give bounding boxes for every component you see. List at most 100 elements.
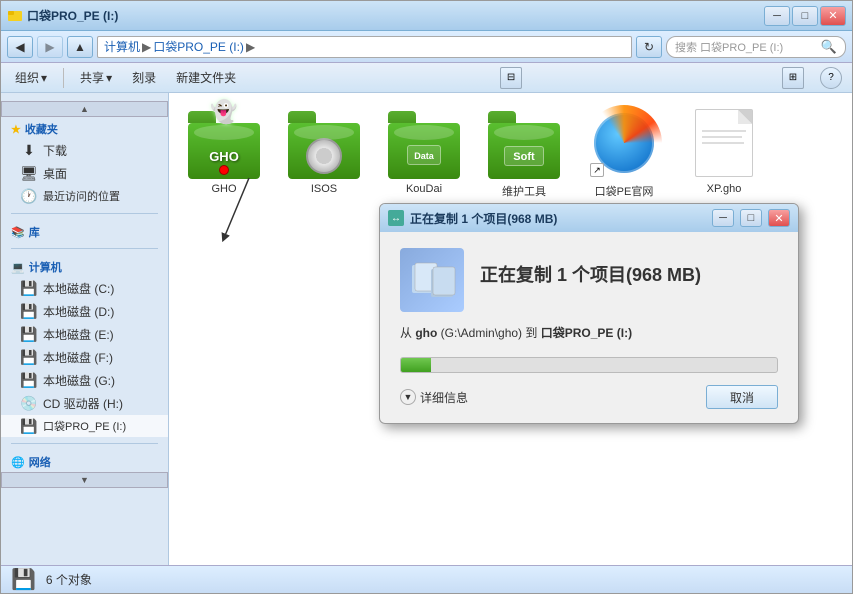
dialog-footer: ▼ 详细信息 取消 xyxy=(400,385,778,409)
weihu-sublabel: Soft xyxy=(513,151,534,163)
dialog-close-button[interactable]: ✕ xyxy=(768,209,790,227)
status-count-text: 6 个对象 xyxy=(46,571,92,588)
dialog-title-text: 正在复制 1 个项目(968 MB) xyxy=(410,210,706,227)
sidebar-item-drive-c[interactable]: 💾 本地磁盘 (C:) xyxy=(1,277,168,300)
dialog-body: 正在复制 1 个项目(968 MB) 从 gho (G:\Admin\gho) … xyxy=(380,232,798,423)
share-button[interactable]: 共享 ▾ xyxy=(76,67,116,88)
iso-disc-icon xyxy=(306,138,342,174)
sidebar-item-recent[interactable]: 🕐 最近访问的位置 xyxy=(1,185,168,207)
file-item-weihu[interactable]: Soft 维护工具 xyxy=(479,103,569,203)
window-icon xyxy=(7,8,23,24)
sidebar-item-drive-i[interactable]: 💾 口袋PRO_PE (I:) xyxy=(1,415,168,437)
sidebar-item-desktop[interactable]: 🖥 桌面 xyxy=(1,162,168,185)
drive-i-icon: 💾 xyxy=(21,418,37,434)
help-button[interactable]: ? xyxy=(820,67,842,89)
file-item-koudai[interactable]: Data KouDai xyxy=(379,103,469,203)
forward-button[interactable]: ▶ xyxy=(37,36,63,58)
sidebar-recent-label: 最近访问的位置 xyxy=(43,188,120,204)
dialog-main-text: 正在复制 1 个项目(968 MB) xyxy=(480,261,701,287)
search-box[interactable]: 搜索 口袋PRO_PE (I:) 🔍 xyxy=(666,36,846,58)
sidebar-drive-c-label: 本地磁盘 (C:) xyxy=(43,280,114,297)
sidebar-favorites-header[interactable]: ★ 收藏夹 xyxy=(1,117,168,139)
search-placeholder: 搜索 口袋PRO_PE (I:) xyxy=(675,39,783,55)
file-item-gho[interactable]: 👻 GHO GHO xyxy=(179,103,269,203)
view-button[interactable]: ⊟ xyxy=(500,67,522,89)
isos-folder-icon xyxy=(288,107,360,179)
search-icon: 🔍 xyxy=(821,39,837,55)
sidebar-item-drive-f[interactable]: 💾 本地磁盘 (F:) xyxy=(1,346,168,369)
detail-arrow-icon: ▼ xyxy=(400,389,416,405)
dialog-dest-bold: 口袋PRO_PE (I:) xyxy=(541,326,632,340)
up-button[interactable]: ▲ xyxy=(67,36,93,58)
ghost-decoration-icon: 👻 xyxy=(210,99,237,125)
drive-h-icon: 💿 xyxy=(21,396,37,412)
drive-d-icon: 💾 xyxy=(21,304,37,320)
library-label: 库 xyxy=(29,224,40,240)
maximize-button[interactable]: □ xyxy=(792,6,818,26)
breadcrumb-computer[interactable]: 计算机 xyxy=(104,38,140,55)
address-path[interactable]: 计算机 ▶ 口袋PRO_PE (I:) ▶ xyxy=(97,36,632,58)
sidebar-scroll-up[interactable]: ▲ xyxy=(1,101,168,117)
sidebar-drive-h-label: CD 驱动器 (H:) xyxy=(43,395,123,412)
sidebar-drive-e-label: 本地磁盘 (E:) xyxy=(43,326,114,343)
new-folder-button[interactable]: 新建文件夹 xyxy=(172,67,240,88)
dialog-main-content: 正在复制 1 个项目(968 MB) xyxy=(480,261,701,299)
main-area: ▲ ★ 收藏夹 ⬇ 下载 🖥 桌面 🕐 最近访问的位置 📚 xyxy=(1,93,852,565)
file-item-isos[interactable]: ISOS xyxy=(279,103,369,203)
file-item-website[interactable]: ↗ 口袋PE官网 xyxy=(579,103,669,203)
sidebar-computer-header[interactable]: 💻 计算机 xyxy=(1,255,168,277)
detail-label: 详细信息 xyxy=(420,389,468,406)
close-button[interactable]: ✕ xyxy=(820,6,846,26)
refresh-button[interactable]: ↻ xyxy=(636,36,662,58)
dialog-minimize-button[interactable]: ─ xyxy=(712,209,734,227)
minimize-button[interactable]: ─ xyxy=(764,6,790,26)
drive-c-icon: 💾 xyxy=(21,281,37,297)
document-icon xyxy=(695,109,753,177)
toolbar-separator-1 xyxy=(63,68,64,88)
sidebar-network-header[interactable]: 🌐 网络 xyxy=(1,450,168,472)
network-label: 网络 xyxy=(29,454,51,470)
weihu-folder-icon: Soft xyxy=(488,107,560,179)
sidebar-library-header[interactable]: 📚 库 xyxy=(1,220,168,242)
sidebar-drive-f-label: 本地磁盘 (F:) xyxy=(43,349,113,366)
gho-indicator xyxy=(219,165,229,175)
status-drive-icon: 💾 xyxy=(11,567,36,592)
detail-toggle-button[interactable]: ▼ 详细信息 xyxy=(400,389,468,406)
sidebar-divider-2 xyxy=(11,248,158,249)
organize-label: 组织 xyxy=(15,69,39,86)
cancel-button[interactable]: 取消 xyxy=(706,385,778,409)
progress-bar-fill xyxy=(401,358,431,372)
weihu-file-label: 维护工具 xyxy=(502,183,546,199)
breadcrumb-drive[interactable]: 口袋PRO_PE (I:) xyxy=(153,38,244,55)
drive-f-icon: 💾 xyxy=(21,350,37,366)
dialog-title-icon: ↔ xyxy=(388,210,404,226)
koudai-sublabel: Data xyxy=(414,151,434,161)
gho-folder-icon: 👻 GHO xyxy=(188,107,260,179)
file-item-xpgho[interactable]: XP.gho xyxy=(679,103,769,203)
sidebar-drive-d-label: 本地磁盘 (D:) xyxy=(43,303,114,320)
organize-button[interactable]: 组织 ▾ xyxy=(11,67,51,88)
sidebar-item-drive-h[interactable]: 💿 CD 驱动器 (H:) xyxy=(1,392,168,415)
koudai-file-label: KouDai xyxy=(406,183,442,195)
network-icon: 🌐 xyxy=(11,456,25,469)
sidebar-item-drive-g[interactable]: 💾 本地磁盘 (G:) xyxy=(1,369,168,392)
burn-button[interactable]: 刻录 xyxy=(128,67,160,88)
view-large-button[interactable]: ⊞ xyxy=(782,67,804,89)
copy-dialog[interactable]: ↔ 正在复制 1 个项目(968 MB) ─ □ ✕ xyxy=(379,203,799,424)
sidebar-download-label: 下载 xyxy=(43,142,67,159)
shortcut-arrow-icon: ↗ xyxy=(590,163,604,177)
sidebar-item-drive-d[interactable]: 💾 本地磁盘 (D:) xyxy=(1,300,168,323)
window-title: 口袋PRO_PE (I:) xyxy=(27,7,764,24)
sidebar-item-drive-e[interactable]: 💾 本地磁盘 (E:) xyxy=(1,323,168,346)
xpgho-file-label: XP.gho xyxy=(707,183,742,195)
burn-label: 刻录 xyxy=(132,69,156,86)
address-bar: ◀ ▶ ▲ 计算机 ▶ 口袋PRO_PE (I:) ▶ ↻ 搜索 口袋PRO_P… xyxy=(1,31,852,63)
back-button[interactable]: ◀ xyxy=(7,36,33,58)
computer-label: 计算机 xyxy=(29,259,62,275)
library-icon: 📚 xyxy=(11,226,25,239)
window-controls: ─ □ ✕ xyxy=(764,6,846,26)
file-area: 👻 GHO GHO xyxy=(169,93,852,565)
dialog-maximize-button[interactable]: □ xyxy=(740,209,762,227)
sidebar-item-download[interactable]: ⬇ 下载 xyxy=(1,139,168,162)
sidebar-scroll-down[interactable]: ▼ xyxy=(1,472,168,488)
